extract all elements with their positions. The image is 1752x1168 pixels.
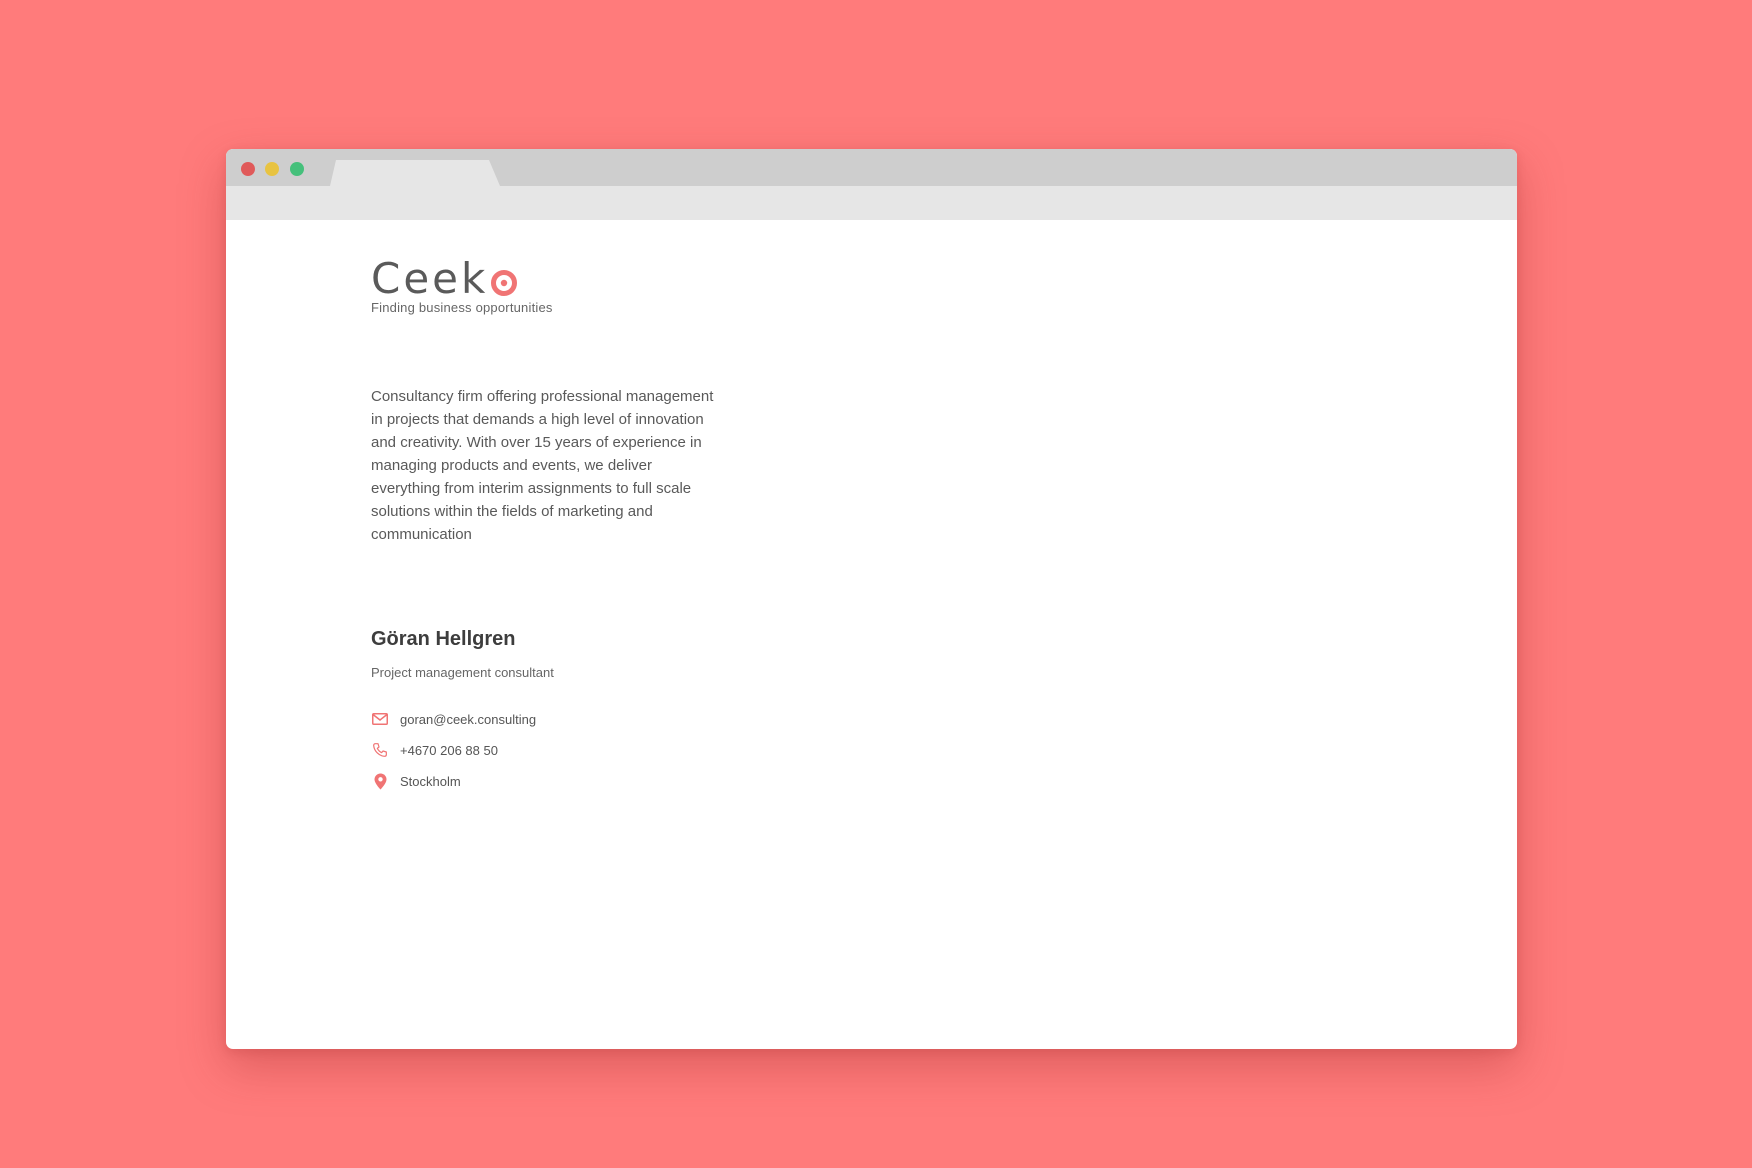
browser-titlebar bbox=[226, 149, 1517, 186]
browser-window: Ceek Finding business opportunities Cons… bbox=[226, 149, 1517, 1049]
location-text: Stockholm bbox=[400, 773, 461, 789]
email-text: goran@ceek.consulting bbox=[400, 711, 537, 727]
brand-tagline: Finding business opportunities bbox=[371, 300, 553, 315]
contact-phone[interactable]: +4670 206 88 50 bbox=[371, 740, 498, 760]
maximize-window-button[interactable] bbox=[290, 162, 304, 176]
envelope-icon bbox=[371, 710, 389, 728]
phone-icon bbox=[371, 741, 389, 759]
company-description: Consultancy firm offering professional m… bbox=[371, 388, 714, 543]
contact-location: Stockholm bbox=[371, 771, 461, 791]
contact-email[interactable]: goran@ceek.consulting bbox=[371, 709, 536, 729]
logo-wordmark: Ceek bbox=[371, 254, 489, 303]
phone-text: +4670 206 88 50 bbox=[400, 742, 498, 758]
contact-person-name: Göran Hellgren bbox=[371, 628, 516, 650]
close-window-button[interactable] bbox=[241, 162, 255, 176]
target-icon bbox=[491, 270, 518, 296]
browser-toolbar bbox=[226, 186, 1517, 220]
map-pin-icon bbox=[371, 772, 389, 790]
contact-person-role: Project management consultant bbox=[371, 665, 554, 680]
minimize-window-button[interactable] bbox=[265, 162, 279, 176]
browser-tab[interactable] bbox=[330, 160, 500, 186]
ceek-logo[interactable]: Ceek bbox=[371, 254, 518, 303]
